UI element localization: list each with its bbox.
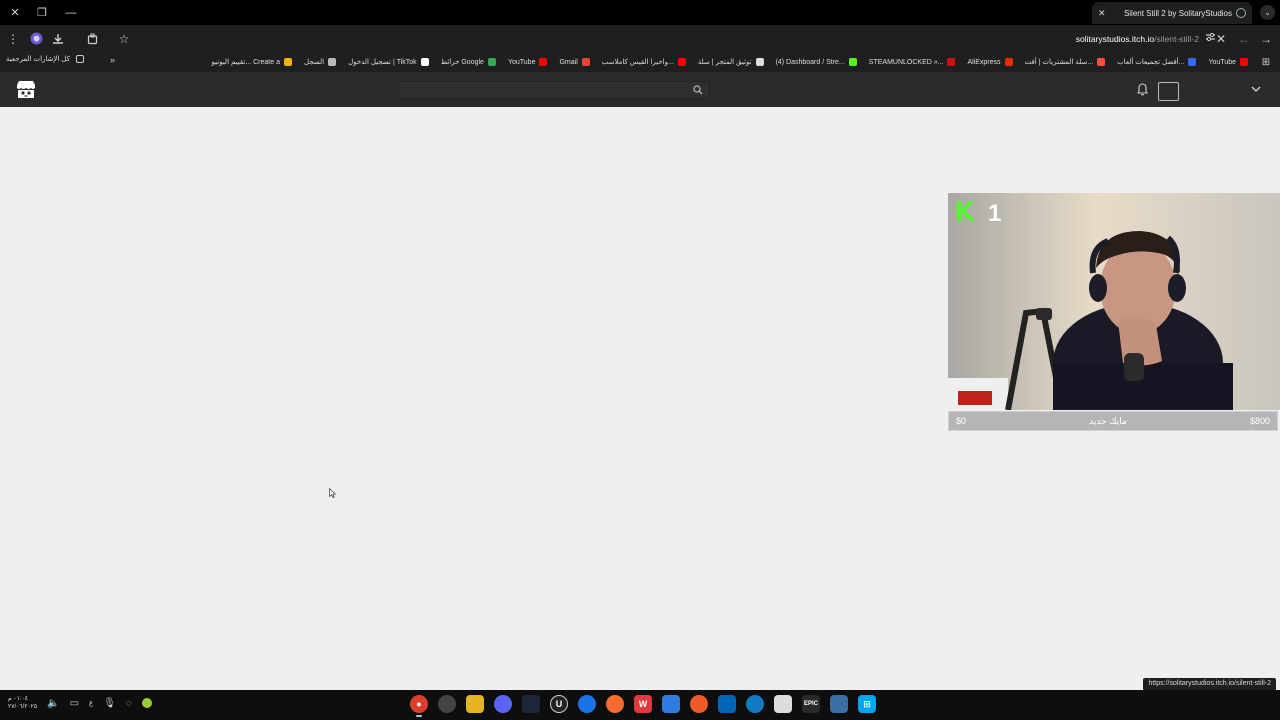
browser-toolbar: ⋮ ☆ solitarystudios.itch.io /silent-stil…: [0, 25, 1280, 52]
itch-logo-icon[interactable]: [15, 80, 37, 100]
goal-label: مايك جديد: [1089, 415, 1127, 426]
loading-spinner-icon: [1236, 8, 1246, 18]
apps-grid-icon[interactable]: ⊞: [1260, 56, 1272, 68]
all-bookmarks-label: كل الإشارات المرجعية: [6, 56, 70, 63]
bookmark-item[interactable]: السجل: [304, 58, 337, 66]
bookmark-favicon-icon: [677, 58, 686, 66]
bookmark-item[interactable]: AliExpress: [967, 58, 1013, 66]
profile-avatar-icon[interactable]: [27, 30, 45, 47]
tab-active[interactable]: ✕ Silent Still 2 by SolitaryStudios: [1092, 2, 1252, 24]
windows-start-icon[interactable]: ⊞: [858, 695, 876, 713]
bookmark-item[interactable]: YouTube: [1208, 58, 1248, 66]
url-path: /silent-still-2: [1154, 33, 1199, 44]
bell-icon[interactable]: [1137, 83, 1148, 96]
bookmark-item[interactable]: خرائط Google: [441, 58, 496, 66]
epic-games-taskbar-icon[interactable]: EPIC: [802, 695, 820, 713]
bookmark-favicon-icon: [581, 58, 590, 66]
wps-taskbar-icon[interactable]: W: [634, 695, 652, 713]
bookmark-favicon-icon: [487, 58, 496, 66]
tab-title: Silent Still 2 by SolitaryStudios: [1123, 8, 1232, 18]
webcam-overlay: K 1: [948, 193, 1280, 410]
search-icon[interactable]: [693, 85, 703, 95]
bookmark-item[interactable]: سلة المشتريات | أفت...: [1025, 58, 1106, 66]
extensions-icon[interactable]: [84, 30, 102, 47]
bookmark-item[interactable]: تسجيل الدخول | TikTok: [348, 58, 429, 66]
unreal-taskbar-icon[interactable]: U: [550, 695, 568, 713]
bookmark-item[interactable]: STEAMUNLOCKED »...: [869, 58, 956, 66]
taskbar: ٠١:٠٤ م ٢٧/٠٦/٢٠٢٥ 🔈 ▭ ع 🎙 ◌ ● U W EPIC …: [0, 690, 1280, 720]
chevron-down-icon[interactable]: [1251, 85, 1261, 93]
bookmark-favicon-icon: [1097, 58, 1106, 66]
obs-taskbar-icon[interactable]: [438, 695, 456, 713]
origin-taskbar-icon[interactable]: [606, 695, 624, 713]
donation-goal-bar: $0 مايك جديد $800: [948, 411, 1278, 431]
bookmark-favicon-icon: [283, 58, 292, 66]
microphone-icon[interactable]: 🎙: [103, 698, 116, 709]
language-indicator[interactable]: ع: [89, 699, 93, 707]
bookmark-favicon-icon: [1240, 58, 1248, 66]
goal-start: $0: [956, 416, 967, 426]
avatar[interactable]: [1158, 82, 1179, 101]
bookmark-item[interactable]: YouTube: [508, 58, 548, 66]
nodes-taskbar-icon[interactable]: [690, 695, 708, 713]
bookmark-item[interactable]: Gmail: [559, 58, 590, 66]
menu-dots-icon[interactable]: ⋮: [4, 30, 22, 47]
bookmarks-overflow-icon[interactable]: »: [110, 55, 115, 65]
bookmark-favicon-icon: [848, 58, 857, 66]
url-host: solitarystudios.itch.io: [1075, 33, 1155, 44]
steam-taskbar-icon[interactable]: [522, 695, 540, 713]
edge-taskbar-icon[interactable]: [746, 695, 764, 713]
mouse-cursor-icon: [329, 488, 336, 498]
kick-logo-icon: K: [954, 197, 975, 228]
taskbar-apps: ● U W EPIC ⊞: [410, 695, 876, 717]
restore-window-icon[interactable]: ❐: [33, 4, 51, 21]
bookmark-favicon-icon: [947, 58, 956, 66]
bookmark-item[interactable]: توثيق المتجر | سلة: [698, 58, 764, 66]
bookmarks-bar: ⊞ YouTube أفضل تجميعات ألعاب... سلة المش…: [0, 52, 1280, 72]
system-tray: ٠١:٠٤ م ٢٧/٠٦/٢٠٢٥ 🔈 ▭ ع 🎙 ◌: [8, 695, 152, 711]
bookmark-star-icon[interactable]: ☆: [115, 30, 133, 47]
bookmark-item[interactable]: تقييم اليوتيو... Create a: [212, 58, 292, 66]
all-bookmarks-button[interactable]: كل الإشارات المرجعية: [6, 55, 84, 63]
tray-app-icon[interactable]: [141, 698, 152, 708]
clock-date: ٢٧/٠٦/٢٠٢٥: [8, 704, 38, 710]
back-arrow-icon[interactable]: →: [1257, 30, 1275, 47]
chrome-taskbar-icon[interactable]: ●: [410, 695, 428, 717]
volume-icon[interactable]: 🔈: [47, 698, 59, 709]
bookmark-favicon-icon: [755, 58, 764, 66]
address-bar[interactable]: solitarystudios.itch.io /silent-still-2: [1076, 29, 1216, 48]
bookmark-favicon-icon: [1004, 58, 1013, 66]
bookmark-item[interactable]: واخيرا القيس كاملاسب...: [602, 58, 686, 66]
clock[interactable]: ٠١:٠٤ م ٢٧/٠٦/٢٠٢٥: [8, 695, 37, 711]
folder-icon: [75, 55, 84, 63]
shield-taskbar-icon[interactable]: [662, 695, 680, 713]
forward-arrow-icon[interactable]: ←: [1235, 30, 1253, 47]
calendar-taskbar-icon[interactable]: [774, 695, 792, 713]
network-icon[interactable]: ▭: [70, 698, 79, 709]
bookmark-item[interactable]: أفضل تجميعات ألعاب...: [1117, 58, 1197, 66]
chrome-alt-taskbar-icon[interactable]: [578, 695, 596, 713]
bookmark-favicon-icon: [539, 58, 548, 66]
tab-strip: ✕ ❐ — + ✕ Silent Still 2 by SolitaryStud…: [0, 0, 1280, 25]
close-window-icon[interactable]: ✕: [6, 4, 24, 21]
search-input[interactable]: [398, 81, 710, 99]
tab-search-chevron-icon[interactable]: ⌄: [1260, 5, 1275, 20]
webcam-badge-count: 1: [988, 200, 1002, 227]
minimize-window-icon[interactable]: —: [62, 4, 80, 21]
downloads-icon[interactable]: [49, 30, 67, 47]
itch-header: [0, 72, 1280, 107]
bookmark-item[interactable]: (4) Dashboard / Stre...: [776, 58, 857, 66]
clipboard-icon[interactable]: ◌: [126, 698, 132, 709]
discord-taskbar-icon[interactable]: [494, 695, 512, 713]
bookmark-favicon-icon: [1188, 58, 1197, 66]
store-taskbar-icon[interactable]: [718, 695, 736, 713]
clock-time: ٠١:٠٤ م: [8, 696, 28, 702]
file-explorer-taskbar-icon[interactable]: [466, 695, 484, 713]
installer-taskbar-icon[interactable]: [830, 695, 848, 713]
bookmark-favicon-icon: [420, 58, 429, 66]
stop-loading-icon[interactable]: ✕: [1212, 30, 1230, 47]
goal-end: $800: [1249, 416, 1270, 426]
tab-close-icon[interactable]: ✕: [1098, 8, 1106, 19]
bookmark-favicon-icon: [328, 58, 337, 66]
